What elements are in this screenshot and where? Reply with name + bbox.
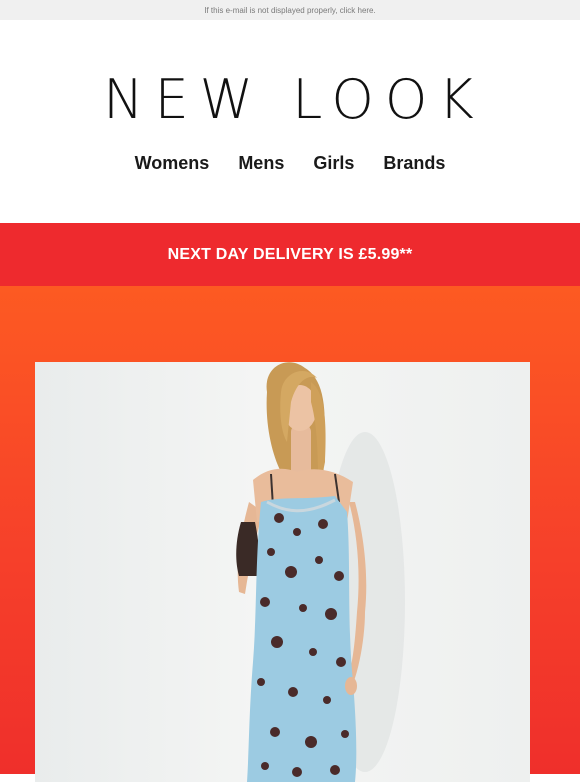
main-nav: Womens Mens Girls Brands bbox=[0, 153, 580, 174]
nav-item-brands[interactable]: Brands bbox=[383, 153, 445, 174]
preheader-bar: If this e-mail is not displayed properly… bbox=[0, 0, 580, 20]
view-in-browser-link[interactable]: If this e-mail is not displayed properly… bbox=[204, 6, 375, 15]
hero-product-image[interactable] bbox=[35, 362, 530, 782]
nav-item-womens[interactable]: Womens bbox=[135, 153, 210, 174]
promo-banner-text: NEXT DAY DELIVERY IS £5.99** bbox=[167, 245, 413, 263]
nav-item-mens[interactable]: Mens bbox=[238, 153, 284, 174]
hero-section bbox=[0, 286, 580, 782]
nav-item-girls[interactable]: Girls bbox=[313, 153, 354, 174]
model-illustration bbox=[236, 362, 405, 782]
promo-banner[interactable]: NEXT DAY DELIVERY IS £5.99** bbox=[0, 223, 580, 286]
brand-logo[interactable]: NEW LOOK bbox=[0, 70, 580, 130]
